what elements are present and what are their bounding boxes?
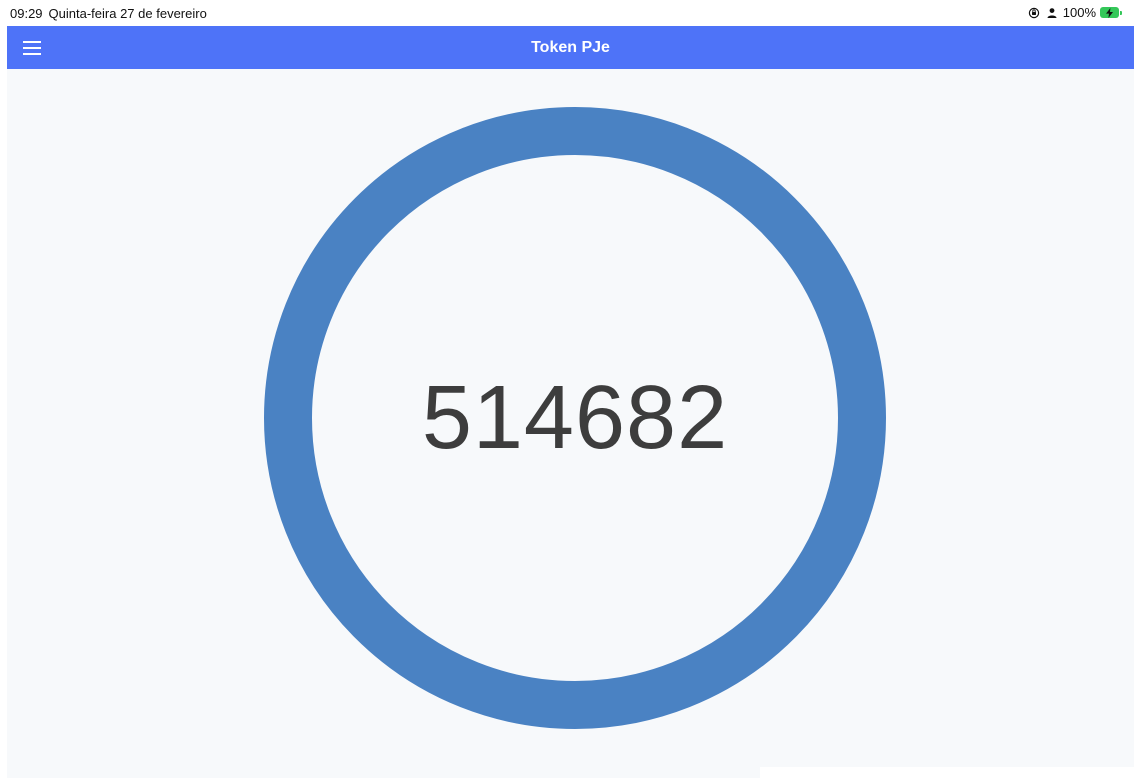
status-bar: 09:29 Quinta-feira 27 de fevereiro 100% bbox=[0, 0, 1134, 26]
person-icon bbox=[1045, 6, 1059, 20]
status-right: 100% bbox=[1027, 5, 1122, 20]
app-frame: Token PJe 514682 bbox=[7, 26, 1134, 778]
app-title: Token PJe bbox=[531, 39, 610, 56]
status-date: Quinta-feira 27 de fevereiro bbox=[48, 6, 207, 21]
battery-percent: 100% bbox=[1062, 5, 1096, 20]
token-value: 514682 bbox=[421, 367, 729, 468]
status-left: 09:29 Quinta-feira 27 de fevereiro bbox=[10, 6, 207, 21]
orientation-lock-icon bbox=[1027, 6, 1041, 20]
app-bar: Token PJe bbox=[7, 26, 1134, 69]
bottom-edge bbox=[760, 767, 1134, 778]
battery-charging-icon bbox=[1100, 7, 1122, 18]
status-time: 09:29 bbox=[10, 6, 43, 21]
token-content: 514682 bbox=[7, 69, 1134, 778]
